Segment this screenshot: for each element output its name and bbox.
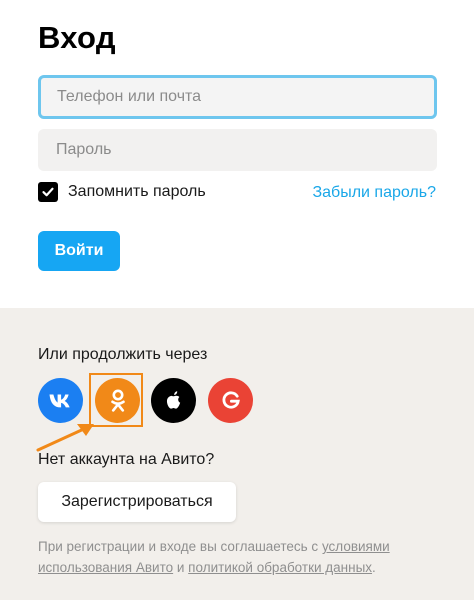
odnoklassniki-login-button[interactable]	[95, 378, 140, 423]
apple-login-button[interactable]	[151, 378, 196, 423]
checkmark-icon	[42, 187, 54, 197]
remember-label: Запомнить пароль	[68, 183, 206, 200]
login-section: Вход Телефон или почта Пароль Запомнить …	[0, 0, 474, 308]
forgot-password-link[interactable]: Забыли пароль?	[312, 184, 436, 202]
no-account-label: Нет аккаунта на Авито?	[38, 451, 215, 468]
odnoklassniki-icon	[110, 389, 125, 412]
phone-or-email-input[interactable]: Телефон или почта	[38, 75, 437, 119]
continue-with-label: Или продолжить через	[38, 346, 208, 363]
page-title: Вход	[38, 20, 116, 55]
remember-checkbox[interactable]	[38, 182, 58, 202]
password-input[interactable]: Пароль	[38, 129, 437, 171]
google-login-button[interactable]	[208, 378, 253, 423]
privacy-policy-link[interactable]: политикой обработки данных	[188, 560, 372, 575]
google-icon	[222, 390, 240, 409]
terms-text: При регистрации и входе вы соглашаетесь …	[38, 536, 438, 578]
terms-middle: и	[173, 560, 189, 575]
remember-password[interactable]: Запомнить пароль	[38, 182, 206, 202]
password-placeholder: Пароль	[56, 141, 112, 158]
phone-or-email-placeholder: Телефон или почта	[57, 88, 202, 105]
apple-icon	[166, 390, 180, 409]
vk-login-button[interactable]	[38, 378, 83, 423]
terms-suffix: .	[372, 560, 376, 575]
vk-icon	[49, 394, 70, 407]
login-button[interactable]: Войти	[38, 231, 120, 271]
register-button[interactable]: Зарегистрироваться	[38, 482, 236, 522]
terms-prefix: При регистрации и входе вы соглашаетесь …	[38, 539, 322, 554]
